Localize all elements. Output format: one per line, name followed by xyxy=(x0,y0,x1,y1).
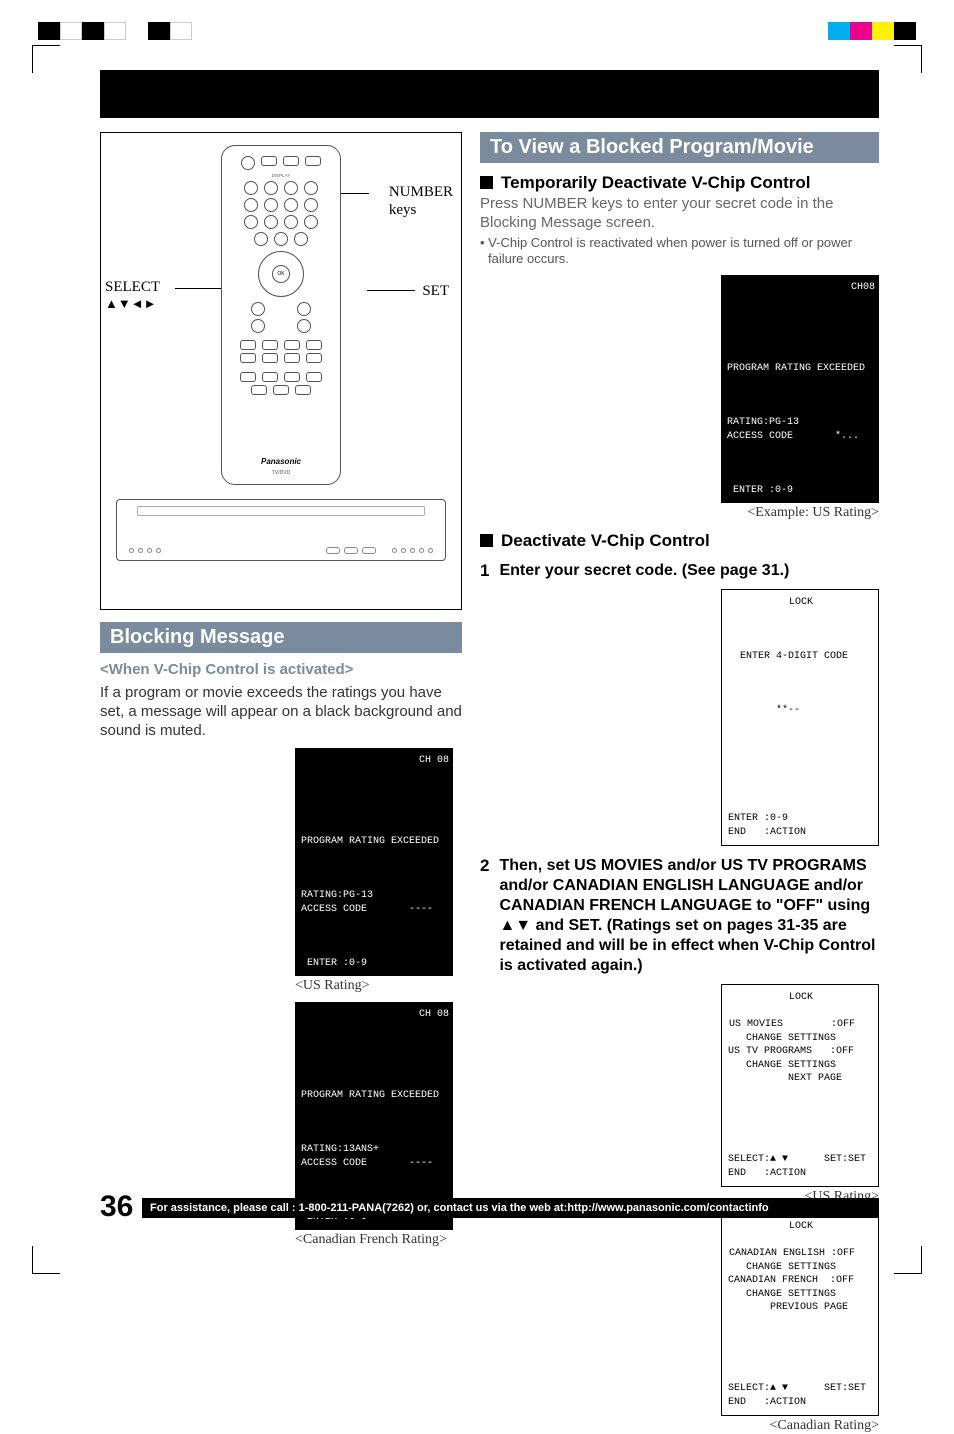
osd-canadian-rating: CH 08 PROGRAM RATING EXCEEDED RATING:13A… xyxy=(295,1002,453,1230)
remote-diagram-box: SELECT ▲▼◄► SET NUMBER keys DISPLAY xyxy=(100,132,462,610)
print-colorbar-left xyxy=(38,22,214,40)
crop-mark xyxy=(32,1246,60,1274)
crop-mark xyxy=(894,1246,922,1274)
blocking-subtitle: <When V-Chip Control is activated> xyxy=(100,661,462,678)
select-label: SELECT ▲▼◄► xyxy=(105,279,160,312)
blocking-message-title: Blocking Message xyxy=(100,622,462,653)
crop-mark xyxy=(32,45,60,73)
step-2: 2 Then, set US MOVIES and/or US TV PROGR… xyxy=(480,856,879,976)
crop-mark xyxy=(894,45,922,73)
blocking-body: If a program or movie exceeds the rating… xyxy=(100,684,462,740)
footer-assistance: For assistance, please call : 1-800-211-… xyxy=(142,1198,879,1218)
page-header-bar xyxy=(100,70,879,118)
osd-lock-us-rating: LOCK US MOVIES :OFF CHANGE SETTINGSUS TV… xyxy=(721,984,879,1187)
osd-lock-canadian-rating: LOCK CANADIAN ENGLISH :OFF CHANGE SETTIN… xyxy=(721,1213,879,1416)
bullet-square-icon xyxy=(480,176,493,189)
step-1-text: Enter your secret code. (See page 31.) xyxy=(499,561,879,581)
remote-model: TV/DVD xyxy=(222,470,340,476)
bullet-square-icon xyxy=(480,534,493,547)
view-blocked-title: To View a Blocked Program/Movie xyxy=(480,132,879,163)
osd-us-caption: <US Rating> xyxy=(295,978,370,994)
step-2-text: Then, set US MOVIES and/or US TV PROGRAM… xyxy=(499,856,879,976)
deactivate-heading: Deactivate V-Chip Control xyxy=(480,531,879,551)
step-number: 2 xyxy=(480,856,489,976)
device-front-illustration xyxy=(116,499,446,561)
osd-lock3-caption: <Canadian Rating> xyxy=(770,1418,880,1434)
osd-us-rating: CH 08 PROGRAM RATING EXCEEDED RATING:PG-… xyxy=(295,748,453,976)
callout-line xyxy=(367,290,415,291)
step-number: 1 xyxy=(480,561,489,581)
remote-control-illustration: DISPLAY OK Panasonic TV/DVD xyxy=(221,145,341,485)
osd-ca-caption: <Canadian French Rating> xyxy=(295,1232,447,1248)
page-number: 36 xyxy=(100,1190,133,1224)
step-1: 1 Enter your secret code. (See page 31.) xyxy=(480,561,879,581)
vchip-note: • V-Chip Control is reactivated when pow… xyxy=(480,235,879,268)
remote-brand: Panasonic xyxy=(222,457,340,466)
print-colorbar-right xyxy=(828,22,916,40)
osd-example-caption: <Example: US Rating> xyxy=(747,505,879,521)
temp-deactivate-body: Press NUMBER keys to enter your secret c… xyxy=(480,195,879,233)
set-label: SET xyxy=(422,283,449,300)
osd-example-us: CH08 PROGRAM RATING EXCEEDED RATING:PG-1… xyxy=(721,275,879,503)
osd-lock-enter-code: LOCK ENTER 4-DIGIT CODE **-- ENTER :0-9E… xyxy=(721,589,879,846)
temp-deactivate-heading: Temporarily Deactivate V-Chip Control xyxy=(480,173,879,193)
number-keys-label: NUMBER keys xyxy=(389,183,453,219)
callout-line xyxy=(341,193,369,194)
